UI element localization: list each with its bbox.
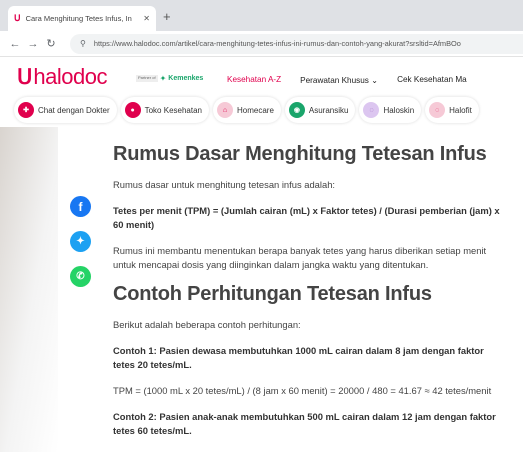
main-nav: Kesehatan A-Z Perawatan Khusus ⌄ Cek Kes… (227, 75, 486, 85)
facebook-share-icon[interactable]: f (70, 196, 91, 217)
paragraph-intro: Rumus dasar untuk menghitung tetesan inf… (113, 179, 336, 190)
chip-label: Chat dengan Dokter (38, 105, 110, 115)
section-heading-contoh: Contoh Perhitungan Tetesan Infus (113, 283, 432, 305)
chip-homecare[interactable]: ⌂ Homecare (212, 97, 281, 123)
halofit-icon: ◌ (429, 102, 446, 118)
formula-text: Tetes per menit (TPM) = (Jumlah cairan (… (113, 205, 500, 230)
new-tab-icon[interactable]: + (163, 9, 171, 24)
example-2: Contoh 2: Pasien anak-anak membutuhkan 5… (113, 411, 496, 436)
insurance-icon: ◉ (288, 102, 305, 118)
chip-toko-kesehatan[interactable]: ● Toko Kesehatan (120, 97, 209, 123)
browser-tab[interactable]: ᑌ Cara Menghitung Tetes Infus, In ✕ (8, 6, 156, 31)
section-heading-rumus: Rumus Dasar Menghitung Tetesan Infus (113, 143, 487, 165)
browser-toolbar: ← → ↻ ⚲ https://www.halodoc.com/artikel/… (0, 31, 523, 57)
article-body: Rumus Dasar Menghitung Tetesan Infus Rum… (113, 127, 508, 438)
whatsapp-share-icon[interactable]: ✆ (70, 266, 91, 287)
chip-chat-dokter[interactable]: ✚ Chat dengan Dokter (14, 97, 117, 123)
partner-badge: Partner of (136, 75, 158, 82)
chip-label: Asuransiku (308, 105, 349, 115)
chip-haloskin[interactable]: ◌ Haloskin (359, 97, 422, 123)
halodoc-favicon-icon: ᑌ (14, 13, 21, 23)
chip-label: Toko Kesehatan (144, 105, 202, 115)
logo-mark-icon: ᑌ (17, 65, 33, 89)
paragraph-examples-intro: Berikut adalah beberapa contoh perhitung… (113, 319, 301, 330)
chip-label: Halofit (449, 105, 472, 115)
haloskin-icon: ◌ (363, 102, 380, 118)
reload-icon[interactable]: ↻ (42, 37, 60, 50)
nav-perawatan-khusus-label: Perawatan Khusus (300, 76, 369, 85)
homecare-icon: ⌂ (216, 102, 233, 118)
chip-halofit[interactable]: ◌ Halofit (425, 97, 479, 123)
site-info-icon[interactable]: ⚲ (80, 39, 86, 48)
address-bar[interactable]: ⚲ https://www.halodoc.com/artikel/cara-m… (70, 33, 523, 54)
nav-cek-kesehatan[interactable]: Cek Kesehatan Ma (397, 75, 467, 85)
chip-asuransiku[interactable]: ◉ Asuransiku (284, 97, 356, 123)
example-1: Contoh 1: Pasien dewasa membutuhkan 1000… (113, 345, 484, 370)
forward-icon[interactable]: → (24, 38, 42, 50)
tab-title: Cara Menghitung Tetes Infus, In (25, 14, 132, 23)
example-1-calculation: TPM = (1000 mL x 20 tetes/mL) / (8 jam x… (113, 385, 492, 396)
kemenkes-partner: Partner of ✦ Kemenkes (136, 74, 203, 83)
health-store-icon: ● (124, 102, 141, 118)
twitter-share-icon[interactable]: ✦ (70, 231, 91, 252)
nav-kesehatan-az[interactable]: Kesehatan A-Z (227, 75, 281, 85)
back-icon[interactable]: ← (6, 38, 24, 50)
chevron-down-icon: ⌄ (371, 76, 379, 85)
left-edge-background (0, 127, 58, 452)
kemenkes-icon: ✦ (159, 74, 167, 83)
chip-label: Homecare (236, 105, 274, 115)
logo-text: halodoc (33, 64, 107, 89)
service-chips: ✚ Chat dengan Dokter ● Toko Kesehatan ⌂ … (0, 93, 523, 127)
halodoc-logo[interactable]: ᑌ halodoc (17, 66, 107, 88)
close-icon[interactable]: ✕ (143, 14, 150, 23)
partner-name: Kemenkes (168, 75, 204, 82)
browser-tab-strip: ᑌ Cara Menghitung Tetes Infus, In ✕ + (0, 0, 523, 31)
chat-doctor-icon: ✚ (18, 102, 34, 118)
paragraph-explanation: Rumus ini membantu menentukan berapa ban… (113, 245, 487, 270)
chip-label: Haloskin (383, 105, 415, 115)
nav-perawatan-khusus[interactable]: Perawatan Khusus ⌄ (300, 75, 378, 85)
url-text: https://www.halodoc.com/artikel/cara-men… (93, 39, 461, 48)
